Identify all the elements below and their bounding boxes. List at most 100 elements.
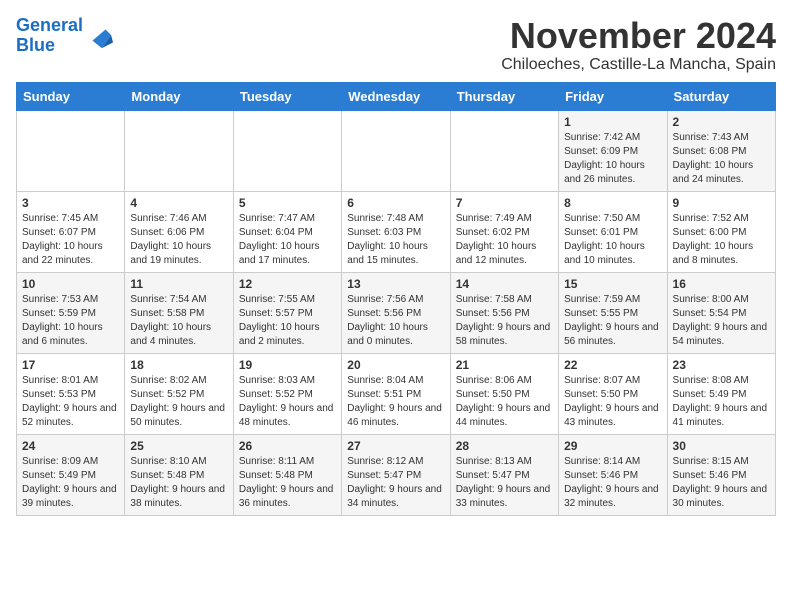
day-number: 26 <box>239 439 336 453</box>
day-info: Sunrise: 8:02 AM Sunset: 5:52 PM Dayligh… <box>130 374 227 430</box>
location: Chiloeches, Castille-La Mancha, Spain <box>501 56 776 74</box>
day-info: Sunrise: 7:49 AM Sunset: 6:02 PM Dayligh… <box>456 212 553 268</box>
calendar-cell: 20 Sunrise: 8:04 AM Sunset: 5:51 PM Dayli… <box>342 353 450 434</box>
calendar-cell: 14 Sunrise: 7:58 AM Sunset: 5:56 PM Dayli… <box>450 272 558 353</box>
calendar-cell: 4 Sunrise: 7:46 AM Sunset: 6:06 PM Daylig… <box>125 191 233 272</box>
calendar-cell: 28 Sunrise: 8:13 AM Sunset: 5:47 PM Dayli… <box>450 434 558 515</box>
day-info: Sunrise: 8:15 AM Sunset: 5:46 PM Dayligh… <box>673 455 770 511</box>
calendar-cell: 8Sunrise: 7:50 AM Sunset: 6:01 PM Daylig… <box>559 191 667 272</box>
day-number: 25 <box>130 439 227 453</box>
calendar-cell: 3Sunrise: 7:45 AM Sunset: 6:07 PM Daylig… <box>17 191 125 272</box>
weekday-header-wednesday: Wednesday <box>342 82 450 110</box>
day-number: 2 <box>673 115 770 129</box>
calendar-cell <box>450 110 558 191</box>
day-number: 19 <box>239 358 336 372</box>
day-number: 9 <box>673 196 770 210</box>
calendar-cell: 30Sunrise: 8:15 AM Sunset: 5:46 PM Dayli… <box>667 434 775 515</box>
day-info: Sunrise: 7:47 AM Sunset: 6:04 PM Dayligh… <box>239 212 336 268</box>
calendar-cell: 5Sunrise: 7:47 AM Sunset: 6:04 PM Daylig… <box>233 191 341 272</box>
day-info: Sunrise: 8:04 AM Sunset: 5:51 PM Dayligh… <box>347 374 444 430</box>
calendar-cell: 17 Sunrise: 8:01 AM Sunset: 5:53 PM Dayli… <box>17 353 125 434</box>
weekday-header-monday: Monday <box>125 82 233 110</box>
calendar-cell: 13 Sunrise: 7:56 AM Sunset: 5:56 PM Dayli… <box>342 272 450 353</box>
weekday-header-friday: Friday <box>559 82 667 110</box>
day-number: 21 <box>456 358 553 372</box>
day-info: Sunrise: 8:06 AM Sunset: 5:50 PM Dayligh… <box>456 374 553 430</box>
day-info: Sunrise: 8:11 AM Sunset: 5:48 PM Dayligh… <box>239 455 336 511</box>
day-number: 13 <box>347 277 444 291</box>
logo: GeneralBlue <box>16 16 113 56</box>
day-info: Sunrise: 8:03 AM Sunset: 5:52 PM Dayligh… <box>239 374 336 430</box>
day-info: Sunrise: 8:00 AM Sunset: 5:54 PM Dayligh… <box>673 293 770 349</box>
day-number: 7 <box>456 196 553 210</box>
calendar-cell: 23 Sunrise: 8:08 AM Sunset: 5:49 PM Dayli… <box>667 353 775 434</box>
day-info: Sunrise: 7:43 AM Sunset: 6:08 PM Dayligh… <box>673 131 770 187</box>
day-number: 4 <box>130 196 227 210</box>
calendar-cell: 11 Sunrise: 7:54 AM Sunset: 5:58 PM Dayli… <box>125 272 233 353</box>
calendar-cell: 15 Sunrise: 7:59 AM Sunset: 5:55 PM Dayli… <box>559 272 667 353</box>
day-info: Sunrise: 8:09 AM Sunset: 5:49 PM Dayligh… <box>22 455 119 511</box>
day-number: 15 <box>564 277 661 291</box>
day-info: Sunrise: 8:13 AM Sunset: 5:47 PM Dayligh… <box>456 455 553 511</box>
calendar-cell <box>342 110 450 191</box>
day-info: Sunrise: 7:58 AM Sunset: 5:56 PM Dayligh… <box>456 293 553 349</box>
day-info: Sunrise: 7:52 AM Sunset: 6:00 PM Dayligh… <box>673 212 770 268</box>
day-info: Sunrise: 8:12 AM Sunset: 5:47 PM Dayligh… <box>347 455 444 511</box>
day-info: Sunrise: 7:46 AM Sunset: 6:06 PM Dayligh… <box>130 212 227 268</box>
calendar-cell <box>17 110 125 191</box>
title-block: November 2024 Chiloeches, Castille-La Ma… <box>501 16 776 74</box>
day-number: 14 <box>456 277 553 291</box>
week-row-1: 1Sunrise: 7:42 AM Sunset: 6:09 PM Daylig… <box>17 110 776 191</box>
day-info: Sunrise: 8:10 AM Sunset: 5:48 PM Dayligh… <box>130 455 227 511</box>
day-number: 28 <box>456 439 553 453</box>
day-info: Sunrise: 8:01 AM Sunset: 5:53 PM Dayligh… <box>22 374 119 430</box>
calendar-cell: 27 Sunrise: 8:12 AM Sunset: 5:47 PM Dayli… <box>342 434 450 515</box>
calendar-cell: 26 Sunrise: 8:11 AM Sunset: 5:48 PM Dayli… <box>233 434 341 515</box>
calendar-cell: 21 Sunrise: 8:06 AM Sunset: 5:50 PM Dayli… <box>450 353 558 434</box>
day-info: Sunrise: 8:08 AM Sunset: 5:49 PM Dayligh… <box>673 374 770 430</box>
week-row-3: 10 Sunrise: 7:53 AM Sunset: 5:59 PM Dayli… <box>17 272 776 353</box>
calendar-table: SundayMondayTuesdayWednesdayThursdayFrid… <box>16 82 776 516</box>
weekday-header-tuesday: Tuesday <box>233 82 341 110</box>
day-number: 12 <box>239 277 336 291</box>
day-number: 22 <box>564 358 661 372</box>
calendar-cell: 22 Sunrise: 8:07 AM Sunset: 5:50 PM Dayli… <box>559 353 667 434</box>
calendar-cell: 1Sunrise: 7:42 AM Sunset: 6:09 PM Daylig… <box>559 110 667 191</box>
day-info: Sunrise: 7:48 AM Sunset: 6:03 PM Dayligh… <box>347 212 444 268</box>
calendar-cell: 25 Sunrise: 8:10 AM Sunset: 5:48 PM Dayli… <box>125 434 233 515</box>
calendar-cell: 16Sunrise: 8:00 AM Sunset: 5:54 PM Dayli… <box>667 272 775 353</box>
week-row-5: 24 Sunrise: 8:09 AM Sunset: 5:49 PM Dayli… <box>17 434 776 515</box>
day-number: 27 <box>347 439 444 453</box>
day-number: 29 <box>564 439 661 453</box>
day-info: Sunrise: 7:53 AM Sunset: 5:59 PM Dayligh… <box>22 293 119 349</box>
page-header: GeneralBlue November 2024 Chiloeches, Ca… <box>16 16 776 74</box>
calendar-cell: 2 Sunrise: 7:43 AM Sunset: 6:08 PM Daylig… <box>667 110 775 191</box>
day-number: 11 <box>130 277 227 291</box>
day-number: 17 <box>22 358 119 372</box>
calendar-cell: 12Sunrise: 7:55 AM Sunset: 5:57 PM Dayli… <box>233 272 341 353</box>
calendar-cell <box>125 110 233 191</box>
week-row-2: 3Sunrise: 7:45 AM Sunset: 6:07 PM Daylig… <box>17 191 776 272</box>
day-info: Sunrise: 7:59 AM Sunset: 5:55 PM Dayligh… <box>564 293 661 349</box>
calendar-cell: 19 Sunrise: 8:03 AM Sunset: 5:52 PM Dayli… <box>233 353 341 434</box>
day-number: 6 <box>347 196 444 210</box>
day-number: 18 <box>130 358 227 372</box>
calendar-cell: 7 Sunrise: 7:49 AM Sunset: 6:02 PM Daylig… <box>450 191 558 272</box>
weekday-header-sunday: Sunday <box>17 82 125 110</box>
calendar-cell <box>233 110 341 191</box>
calendar-cell: 18 Sunrise: 8:02 AM Sunset: 5:52 PM Dayli… <box>125 353 233 434</box>
day-number: 23 <box>673 358 770 372</box>
day-info: Sunrise: 8:14 AM Sunset: 5:46 PM Dayligh… <box>564 455 661 511</box>
day-info: Sunrise: 7:54 AM Sunset: 5:58 PM Dayligh… <box>130 293 227 349</box>
weekday-header-thursday: Thursday <box>450 82 558 110</box>
day-info: Sunrise: 8:07 AM Sunset: 5:50 PM Dayligh… <box>564 374 661 430</box>
day-number: 20 <box>347 358 444 372</box>
day-info: Sunrise: 7:56 AM Sunset: 5:56 PM Dayligh… <box>347 293 444 349</box>
month-title: November 2024 <box>501 16 776 56</box>
weekday-header-saturday: Saturday <box>667 82 775 110</box>
day-number: 24 <box>22 439 119 453</box>
day-number: 10 <box>22 277 119 291</box>
day-number: 3 <box>22 196 119 210</box>
calendar-cell: 29 Sunrise: 8:14 AM Sunset: 5:46 PM Dayli… <box>559 434 667 515</box>
day-info: Sunrise: 7:42 AM Sunset: 6:09 PM Dayligh… <box>564 131 661 187</box>
